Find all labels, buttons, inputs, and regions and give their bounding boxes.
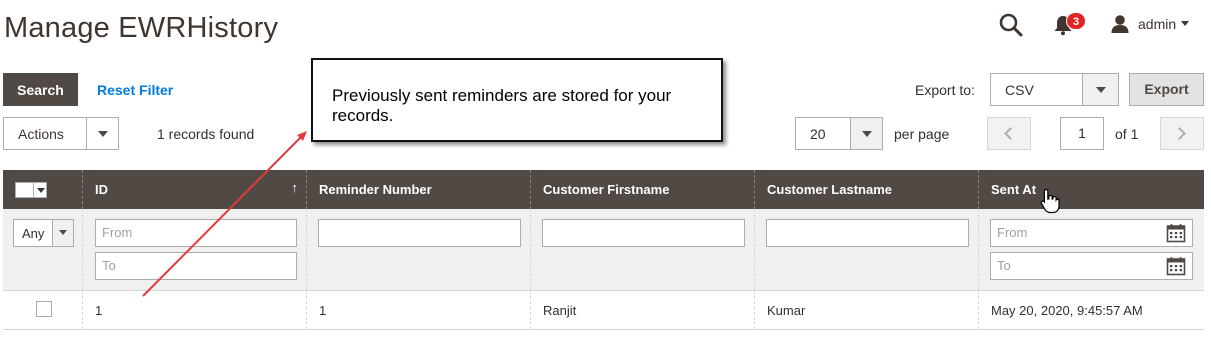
per-page-select[interactable]: 20 (795, 117, 883, 150)
export-to-label: Export to: (915, 82, 975, 98)
chevron-down-icon (98, 131, 108, 137)
column-header-reminder-number[interactable]: Reminder Number (307, 170, 531, 209)
table-row[interactable]: 1 1 Ranjit Kumar May 20, 2020, 9:45:57 A… (3, 291, 1204, 330)
cell-sent-at: May 20, 2020, 9:45:57 AM (991, 303, 1143, 318)
per-page-label: per page (894, 126, 950, 142)
previous-page-button[interactable] (987, 117, 1031, 150)
search-button[interactable]: Search (3, 73, 78, 106)
sent-at-from-placeholder: From (997, 225, 1028, 240)
page-title: Manage EWRHistory (4, 12, 279, 44)
chevron-right-icon (1173, 127, 1186, 140)
chevron-left-icon (1004, 127, 1017, 140)
filter-cell-sent-at: From To (979, 209, 1204, 291)
column-header-id[interactable]: ID ↑ (83, 170, 307, 209)
filter-cell-reminder-number (307, 209, 531, 291)
any-filter-toggle[interactable] (52, 220, 73, 246)
sort-ascending-icon: ↑ (291, 180, 299, 195)
export-format-toggle[interactable] (1082, 74, 1118, 105)
row-checkbox[interactable] (36, 301, 52, 317)
customer-lastname-filter-input[interactable] (766, 219, 969, 247)
column-header-label: Reminder Number (319, 182, 432, 197)
mass-select-dropdown[interactable] (15, 182, 47, 198)
export-format-value: CSV (1005, 82, 1034, 98)
filter-cell-select: Any (3, 209, 83, 291)
sent-at-from-input[interactable]: From (990, 219, 1193, 247)
calendar-icon[interactable] (1166, 223, 1186, 243)
total-pages-label: of 1 (1115, 126, 1139, 142)
user-icon[interactable] (1110, 14, 1130, 34)
column-header-label: Customer Firstname (543, 182, 670, 197)
any-filter-select[interactable]: Any (13, 219, 74, 247)
export-button[interactable]: Export (1129, 73, 1204, 106)
cell-reminder-number: 1 (307, 291, 531, 330)
next-page-button[interactable] (1160, 117, 1204, 150)
chevron-down-icon (1096, 87, 1106, 93)
cell-customer-firstname: Ranjit (531, 291, 755, 330)
actions-dropdown[interactable]: Actions (3, 117, 119, 150)
column-header-label: ID (95, 182, 108, 197)
actions-dropdown-toggle[interactable] (86, 118, 118, 149)
chevron-down-icon[interactable] (1181, 21, 1189, 26)
column-header-label: Customer Lastname (767, 182, 892, 197)
cell-customer-lastname: Kumar (755, 291, 979, 330)
export-format-select[interactable]: CSV (990, 73, 1119, 106)
grid-header: ID ↑ Reminder Number Customer Firstname … (3, 170, 1204, 209)
mass-select-toggle[interactable] (33, 183, 46, 197)
filter-cell-customer-firstname (531, 209, 755, 291)
search-icon[interactable] (998, 12, 1024, 38)
current-page-input[interactable]: 1 (1060, 117, 1104, 150)
customer-firstname-filter-input[interactable] (542, 219, 745, 247)
user-menu-name[interactable]: admin (1138, 16, 1176, 32)
filter-cell-id: From To (83, 209, 307, 291)
chevron-down-icon (37, 188, 45, 193)
sent-at-to-input[interactable]: To (990, 252, 1193, 280)
annotation-callout: Previously sent reminders are stored for… (311, 58, 723, 142)
records-found-count: 1 records found (157, 126, 255, 142)
reset-filter-link[interactable]: Reset Filter (97, 82, 173, 98)
notification-badge[interactable]: 3 (1066, 12, 1086, 30)
column-header-customer-firstname[interactable]: Customer Firstname (531, 170, 755, 209)
id-to-input[interactable]: To (95, 252, 297, 280)
column-header-sent-at[interactable]: Sent At (979, 170, 1204, 209)
hand-cursor-icon (1040, 188, 1060, 214)
filter-cell-customer-lastname (755, 209, 979, 291)
per-page-toggle[interactable] (850, 118, 882, 149)
chevron-down-icon (862, 131, 872, 137)
id-from-input[interactable]: From (95, 219, 297, 247)
sent-at-to-placeholder: To (997, 258, 1011, 273)
column-header-label: Sent At (991, 182, 1037, 197)
column-header-customer-lastname[interactable]: Customer Lastname (755, 170, 979, 209)
per-page-value: 20 (810, 126, 826, 142)
mass-select-header (3, 170, 83, 209)
actions-label: Actions (18, 126, 64, 142)
reminder-number-filter-input[interactable] (318, 219, 521, 247)
cell-id: 1 (83, 291, 307, 330)
any-filter-value: Any (22, 226, 45, 241)
calendar-icon[interactable] (1166, 256, 1186, 276)
chevron-down-icon (59, 230, 67, 235)
row-select-cell (3, 291, 83, 330)
grid-filter-row: Any From To From To (3, 209, 1204, 291)
